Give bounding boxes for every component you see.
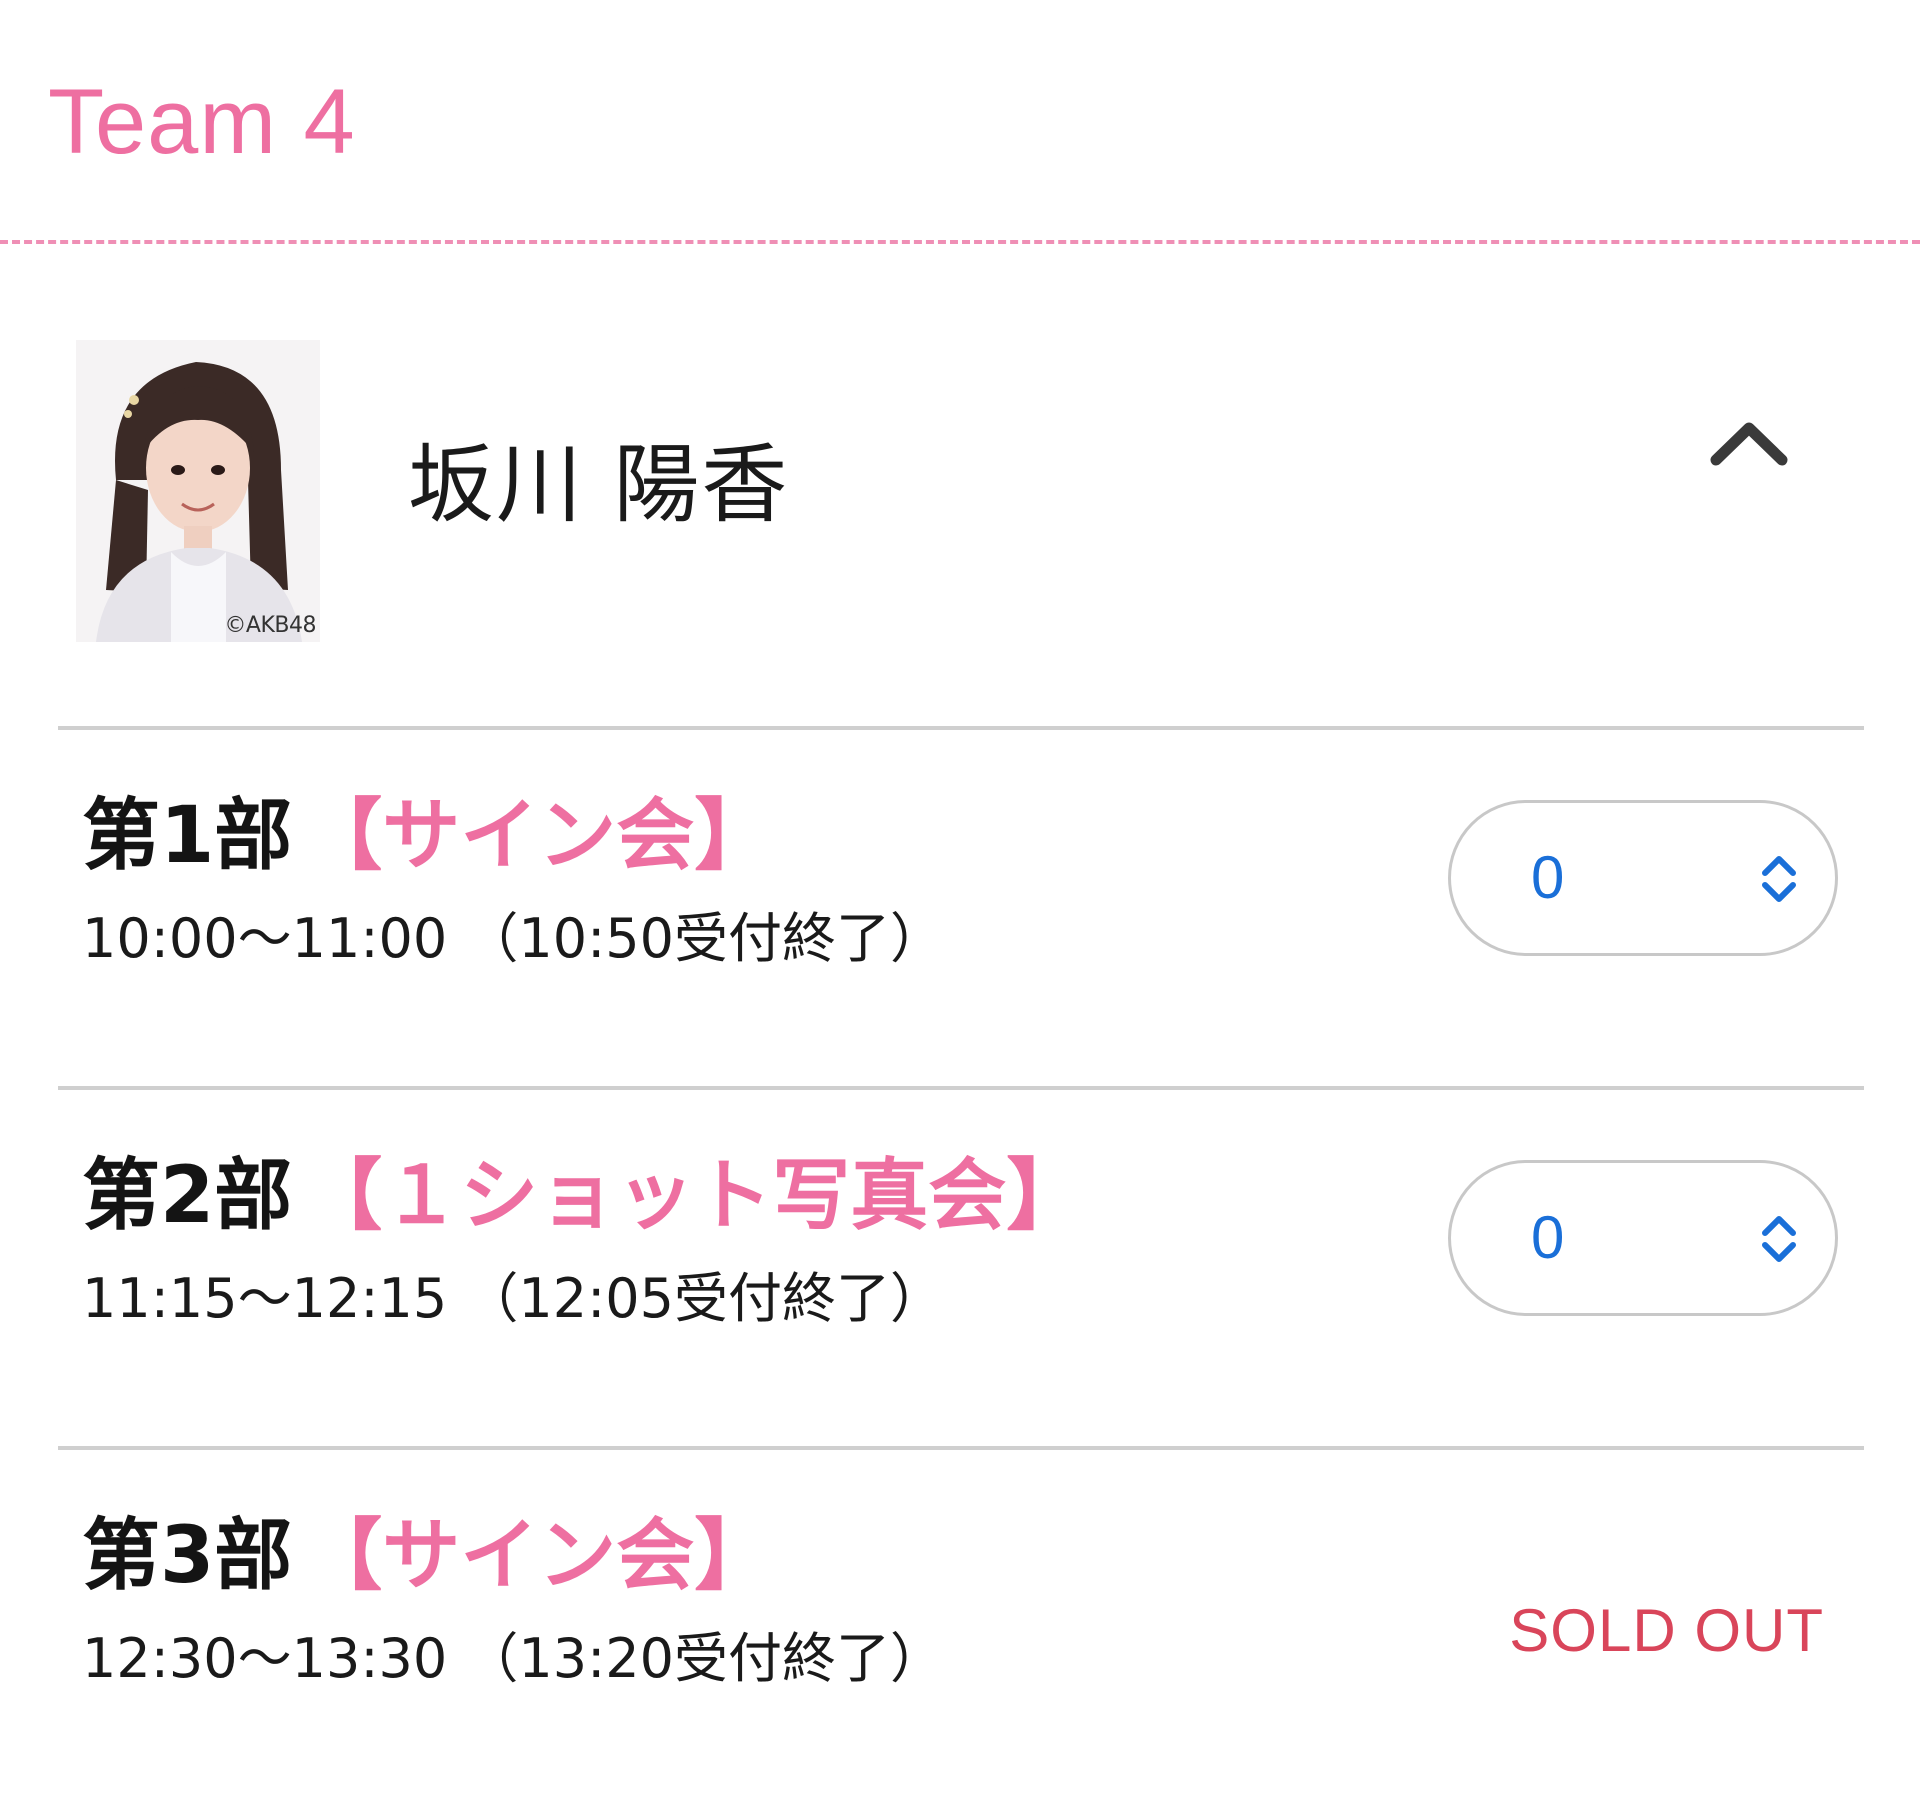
sold-out-label: SOLD OUT: [1509, 1597, 1824, 1664]
dashed-divider: [0, 240, 1920, 244]
session-time: 10:00〜11:00 （10:50受付終了）: [82, 907, 945, 970]
session-row: 第3部 【サイン会】 12:30〜13:30 （13:20受付終了） SOLD O…: [58, 1446, 1864, 1786]
quantity-select[interactable]: 0: [1448, 1160, 1838, 1316]
session-part-label: 第1部: [82, 791, 293, 881]
member-name: 坂川 陽香: [408, 435, 790, 535]
session-divider: [58, 1086, 1864, 1090]
session-title: 第2部 【１ショット写真会】: [82, 1146, 1084, 1246]
session-title: 第3部 【サイン会】: [82, 1506, 772, 1606]
session-title: 第1部 【サイン会】: [82, 786, 772, 886]
session-divider: [58, 726, 1864, 730]
member-photo: ©AKB48: [76, 340, 320, 642]
quantity-value: 0: [1531, 844, 1565, 911]
select-arrows-icon: [1762, 1216, 1796, 1262]
session-time: 11:15〜12:15 （12:05受付終了）: [82, 1267, 945, 1330]
session-part-label: 第2部: [82, 1151, 293, 1241]
session-type-label: 【１ショット写真会】: [304, 1151, 1085, 1241]
session-type-label: 【サイン会】: [304, 791, 773, 881]
member-header[interactable]: ©AKB48 坂川 陽香: [0, 330, 1920, 650]
photo-credit: ©AKB48: [224, 613, 316, 638]
session-time: 12:30〜13:30 （13:20受付終了）: [82, 1627, 945, 1690]
session-type-label: 【サイン会】: [304, 1511, 773, 1601]
session-part-label: 第3部: [82, 1511, 293, 1601]
quantity-value: 0: [1531, 1204, 1565, 1271]
session-row: 第2部 【１ショット写真会】 11:15〜12:15 （12:05受付終了） 0: [58, 1086, 1864, 1446]
team-title: Team 4: [48, 71, 356, 173]
chevron-up-icon[interactable]: [1704, 410, 1794, 480]
session-divider: [58, 1446, 1864, 1450]
select-arrows-icon: [1762, 856, 1796, 902]
session-row: 第1部 【サイン会】 10:00〜11:00 （10:50受付終了） 0: [58, 726, 1864, 1086]
quantity-select[interactable]: 0: [1448, 800, 1838, 956]
member-portrait-image: [76, 340, 320, 642]
